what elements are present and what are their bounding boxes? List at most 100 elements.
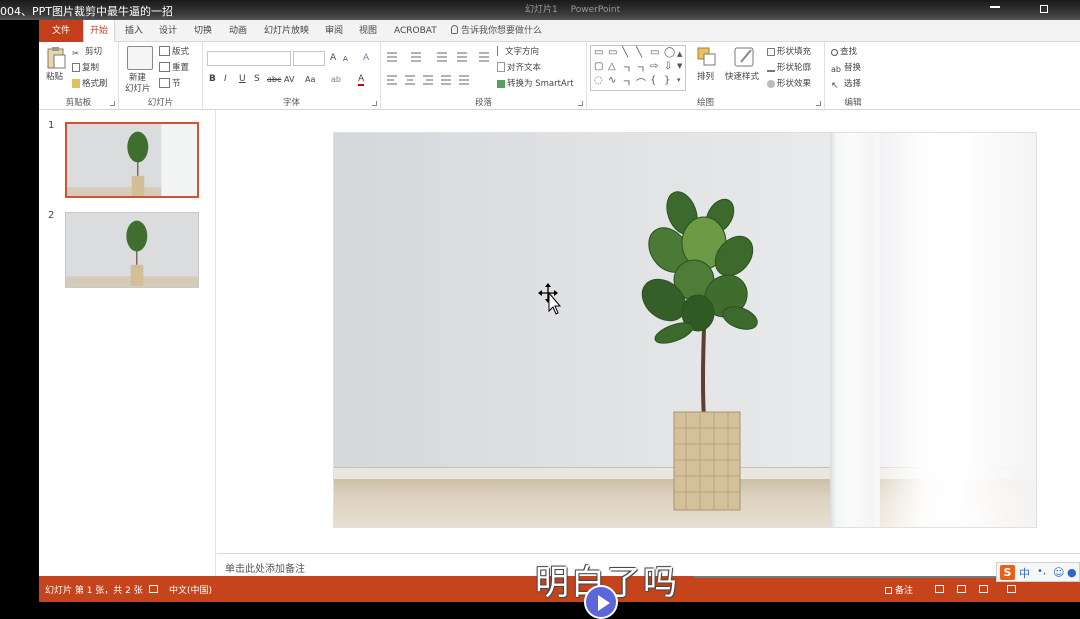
shape-fill-button[interactable]: 形状填充 [767, 45, 811, 59]
shape-effects-button[interactable]: 形状效果 [767, 77, 811, 91]
char-spacing-button[interactable]: AV [284, 73, 294, 86]
italic-button[interactable]: I [224, 73, 227, 86]
quick-styles-icon [734, 47, 754, 67]
drawing-group-label: 绘图 [696, 98, 714, 108]
shrink-font-button[interactable]: A [343, 53, 348, 66]
paste-button[interactable]: 粘贴 [45, 46, 69, 90]
highlight-button[interactable]: ab [331, 73, 341, 86]
change-case-button[interactable]: Aa [305, 73, 315, 86]
find-button[interactable]: 查找 [831, 45, 857, 59]
restore-icon[interactable] [1040, 5, 1048, 13]
gallery-down-icon[interactable]: ▼ [677, 62, 682, 70]
slide-editing-area[interactable] [217, 110, 1080, 553]
tell-me-box[interactable]: 告诉我你想要做什么 [451, 20, 542, 42]
triangle-shape-icon: △ [608, 61, 616, 72]
align-text-icon [497, 62, 505, 72]
vtextbox-shape-icon: ▭ [608, 47, 618, 58]
freeform-shape-icon: ㄱ [622, 79, 632, 90]
tab-transitions[interactable]: 切换 [188, 20, 218, 42]
spelling-icon[interactable] [149, 585, 158, 593]
font-name-dropdown[interactable] [207, 51, 291, 66]
video-title-bar: 004、PPT图片裁剪中最牛逼的一招 幻灯片1 PowerPoint [0, 0, 1080, 20]
underline-button[interactable]: U [239, 73, 246, 86]
section-icon [159, 78, 170, 88]
gallery-more-icon[interactable]: ▾ [677, 76, 681, 84]
format-painter-button[interactable]: 格式刷 [72, 77, 108, 91]
reading-view-icon[interactable] [979, 585, 988, 593]
text-direction-button[interactable]: 文字方向 [497, 45, 539, 59]
group-font: A A A B I U S abc AV Aa ab A 字体 [203, 42, 381, 110]
slides-group-label: 幻灯片 [147, 98, 174, 108]
slide-sorter-icon[interactable] [957, 585, 966, 593]
slideshow-view-icon[interactable] [1007, 585, 1016, 593]
tab-insert[interactable]: 插入 [119, 20, 149, 42]
format-painter-label: 格式刷 [82, 79, 108, 89]
copy-button[interactable]: 复制 [72, 61, 99, 75]
replace-icon: ab [831, 65, 841, 74]
play-button[interactable] [584, 585, 618, 619]
notes-toggle[interactable]: 备注 [885, 583, 913, 596]
cut-button[interactable]: ✂ 剪切 [72, 45, 102, 59]
normal-view-icon[interactable] [935, 585, 944, 593]
bold-button[interactable]: B [209, 73, 216, 86]
shape-outline-button[interactable]: 形状轮廓 [767, 61, 811, 75]
paintbrush-icon [72, 79, 80, 88]
clear-format-button[interactable]: A [363, 52, 369, 65]
arrange-icon [697, 47, 716, 66]
reset-label: 重置 [172, 63, 190, 73]
punctuation-icon[interactable]: •, [1037, 566, 1046, 577]
shadow-button[interactable]: S [254, 73, 260, 86]
quick-styles-button[interactable]: 快速样式 [725, 46, 765, 90]
clipboard-group-label: 剪贴板 [65, 98, 92, 108]
reset-button[interactable]: 重置 [159, 61, 189, 75]
grow-font-button[interactable]: A [330, 52, 336, 65]
replace-button[interactable]: ab 替换 [831, 61, 861, 75]
tab-acrobat[interactable]: ACROBAT [388, 20, 443, 42]
emoji-icon[interactable]: ☺ [1053, 566, 1064, 579]
rectangle-shape-icon: ▭ [650, 47, 660, 58]
tab-design[interactable]: 设计 [153, 20, 183, 42]
tell-me-text: 告诉我你想要做什么 [461, 26, 543, 36]
font-launcher-icon[interactable] [372, 101, 377, 106]
tab-file[interactable]: 文件 [39, 20, 83, 42]
minimize-icon[interactable] [990, 6, 1000, 8]
current-slide[interactable] [333, 132, 1037, 528]
tab-slideshow[interactable]: 幻灯片放映 [258, 20, 315, 42]
ime-toolbar[interactable]: S 中 •, ☺ ● [996, 562, 1080, 582]
tab-view[interactable]: 视图 [353, 20, 383, 42]
align-text-button[interactable]: 对齐文本 [497, 61, 541, 75]
new-slide-button[interactable]: 新建 幻灯片 [123, 46, 157, 94]
alignment-icons[interactable] [385, 73, 493, 87]
clipboard-launcher-icon[interactable] [110, 101, 115, 106]
select-button[interactable]: ↖ 选择 [831, 77, 861, 91]
microphone-icon[interactable]: ● [1067, 566, 1077, 579]
slide-thumbnail-2[interactable] [65, 212, 199, 288]
strikethrough-button[interactable]: abc [267, 73, 281, 86]
smartart-button[interactable]: 转换为 SmartArt [497, 77, 574, 91]
shapes-gallery[interactable]: ▭ ▭ ╲ ╲ ▭ ◯ ▢ △ ㄱ ㄱ ⇨ ⇩ ◌ ∿ ㄱ ⌒ {} ▲ ▼ … [590, 45, 686, 91]
line2-shape-icon: ╲ [636, 47, 643, 58]
arc-shape-icon: ⌒ [636, 79, 646, 90]
paragraph-launcher-icon[interactable] [578, 101, 583, 106]
tab-animations[interactable]: 动画 [223, 20, 253, 42]
ribbon: 粘贴 ✂ 剪切 复制 格式刷 剪贴板 新建 幻灯片 版式 重置 节 幻灯片 A … [39, 42, 1080, 110]
language-status[interactable]: 中文(中国) [169, 583, 212, 596]
cursor-arrow-icon: ↖ [831, 81, 839, 91]
slide-thumbnail-1[interactable] [65, 122, 199, 198]
tab-review[interactable]: 审阅 [319, 20, 349, 42]
pen-icon [767, 64, 775, 72]
list-indent-icons[interactable] [385, 50, 493, 64]
thumbnail-image-1 [67, 124, 197, 196]
gallery-up-icon[interactable]: ▲ [677, 50, 682, 58]
paragraph-group-label: 段落 [474, 98, 492, 108]
font-color-button[interactable]: A [358, 73, 365, 86]
font-size-dropdown[interactable] [293, 51, 325, 66]
notes-icon [885, 587, 892, 594]
ime-mode[interactable]: 中 [1019, 565, 1030, 581]
drawing-launcher-icon[interactable] [816, 101, 821, 106]
layout-button[interactable]: 版式 [159, 45, 189, 59]
elbow-shape-icon: ㄱ [636, 65, 646, 76]
section-button[interactable]: 节 [159, 77, 181, 91]
arrange-button[interactable]: 排列 [696, 46, 720, 90]
tab-home[interactable]: 开始 [83, 20, 116, 43]
